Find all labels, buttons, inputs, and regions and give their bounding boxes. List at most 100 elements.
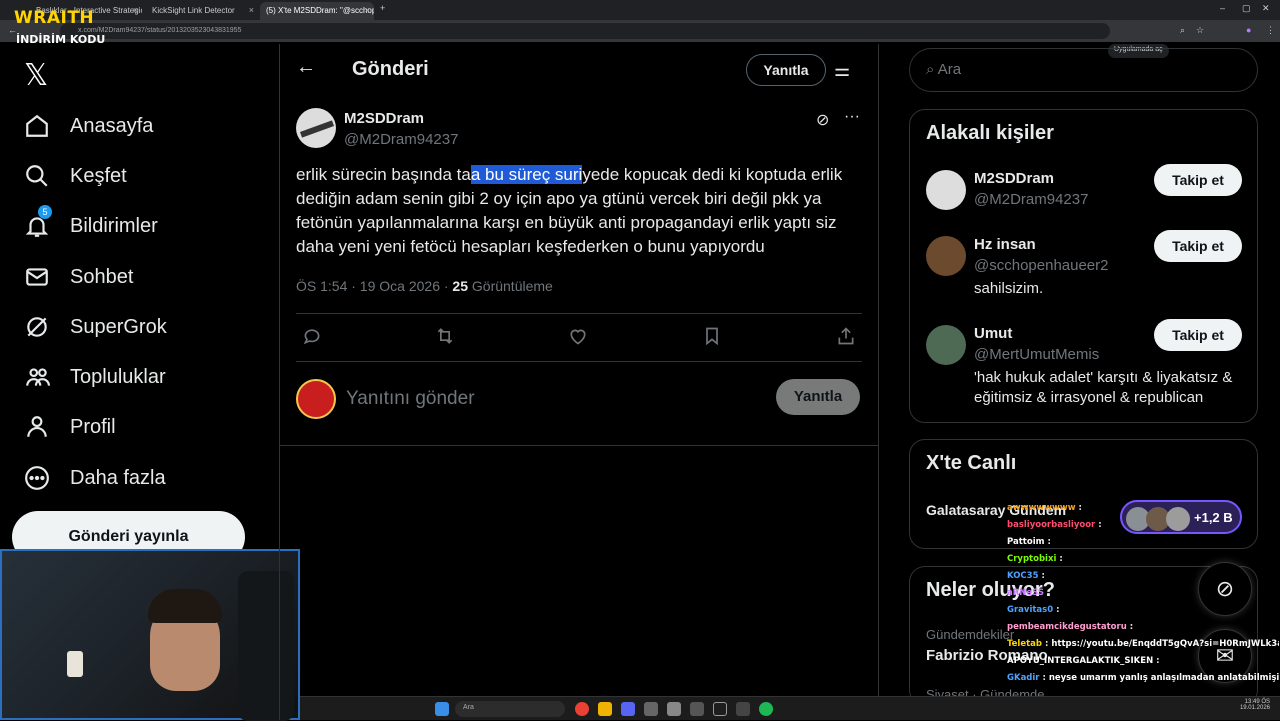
author-handle[interactable]: @M2Dram94237 <box>344 131 458 148</box>
nav-more[interactable]: Daha fazla <box>24 458 166 498</box>
x-logo-icon[interactable]: 𝕏 <box>24 58 48 93</box>
app-icon[interactable] <box>736 702 750 716</box>
browser-tab-2[interactable]: KickSight Link Detector × <box>146 2 258 20</box>
author-avatar[interactable] <box>296 108 336 148</box>
nav-profile[interactable]: Profil <box>24 407 116 447</box>
chat-line: Pattoim : <box>1007 537 1051 547</box>
bookmark-icon[interactable] <box>702 326 722 351</box>
views-count: 25 <box>452 278 468 294</box>
more-circle-icon <box>24 465 50 491</box>
close-tab-icon[interactable]: × <box>249 5 254 15</box>
minimize-icon[interactable]: – <box>1220 3 1225 13</box>
nav-explore[interactable]: Keşfet <box>24 156 127 196</box>
chat-line: basliyoorbasliyoor : <box>1007 520 1102 530</box>
related-title: Alakalı kişiler <box>926 122 1054 144</box>
chat-line: Cryptobixi : <box>1007 554 1063 564</box>
discord-icon[interactable] <box>621 702 635 716</box>
nav-notifications[interactable]: 5 Bildirimler <box>24 205 158 246</box>
home-icon <box>24 113 50 139</box>
stream-chat-overlay: awwwwwwww : basliyoorbasliyoor : Pattoim… <box>1007 500 1279 687</box>
reply-submit-button[interactable]: Yanıtla <box>776 379 860 415</box>
mail-icon <box>24 264 50 290</box>
chat-line: Teletab : https://youtu.be/EnqddT5gQvA?s… <box>1007 639 1279 649</box>
follow-button[interactable]: Takip et <box>1154 164 1242 196</box>
settings-sliders-icon[interactable]: ⚌ <box>834 60 850 81</box>
related-people-panel: Alakalı kişiler M2SDDram @M2Dram94237 Ta… <box>909 109 1258 423</box>
app-icon[interactable] <box>644 702 658 716</box>
trend-category: Gündemdekiler <box>926 627 1015 642</box>
webcam-overlay <box>0 549 300 721</box>
chat-line: APOYU_INTERGALAKTIK_SIKEN : <box>1007 656 1160 666</box>
avatar[interactable] <box>926 170 966 210</box>
nav-communities[interactable]: Topluluklar <box>24 357 166 397</box>
follow-button[interactable]: Takip et <box>1154 230 1242 262</box>
chrome-icon[interactable] <box>575 702 589 716</box>
reply-input[interactable]: Yanıtını gönder <box>346 388 475 410</box>
bookmark-star-icon[interactable]: ☆ <box>1196 25 1204 36</box>
taskbar-search[interactable]: Ara <box>455 701 565 717</box>
close-window-icon[interactable]: ✕ <box>1262 3 1270 14</box>
divider <box>296 313 862 314</box>
post-text: erlik sürecin başında taa bu süreç suriy… <box>296 165 843 256</box>
share-icon[interactable] <box>836 326 856 351</box>
like-icon[interactable] <box>568 326 588 351</box>
person-icon <box>24 414 50 440</box>
browser-chrome: Baslıklar · Interactive Strategic... × Ki… <box>0 0 1280 58</box>
search-icon: ⌕ <box>926 61 938 78</box>
spotify-icon[interactable] <box>759 702 773 716</box>
chat-line: aRNeSS : <box>1007 588 1051 598</box>
lamp-shape <box>67 651 83 677</box>
repost-icon[interactable] <box>435 326 455 351</box>
nav-messages[interactable]: Sohbet <box>24 257 133 297</box>
divider <box>296 361 862 362</box>
profile-icon[interactable]: ● <box>1246 25 1251 35</box>
close-tab-icon[interactable]: × <box>365 5 370 15</box>
chat-line: awwwwwwww : <box>1007 503 1082 513</box>
streamer-hair <box>148 589 222 623</box>
address-bar-row: ← x.com/M2Dram94237/status/2013203523043… <box>0 20 1280 58</box>
notification-badge: 5 <box>38 205 52 219</box>
system-clock: 13:49 ÖS 19.01.2026 <box>1239 699 1270 711</box>
more-options-icon[interactable]: ··· <box>844 108 860 126</box>
grok-icon <box>24 314 50 340</box>
nav-home[interactable]: Anasayfa <box>24 106 153 146</box>
nav-supergrok[interactable]: SuperGrok <box>24 307 167 347</box>
chat-line: Gravitas0 : <box>1007 605 1060 615</box>
avatar[interactable] <box>926 236 966 276</box>
url-field[interactable]: x.com/M2Dram94237/status/201320352304383… <box>60 23 1110 39</box>
maximize-icon[interactable]: ▢ <box>1242 3 1251 14</box>
author-display-name[interactable]: M2SDDram <box>344 110 424 127</box>
live-title: X'te Canlı <box>926 452 1017 474</box>
page-title: Gönderi <box>352 58 429 80</box>
selected-text: a bu süreç suri <box>470 165 583 184</box>
reply-header-button[interactable]: Yanıtla <box>746 54 826 86</box>
app-icon[interactable] <box>690 702 704 716</box>
windows-taskbar: Ara 13:49 ÖS 19.01.2026 <box>300 696 1280 720</box>
chat-line: pembeamcikdegustatoru : <box>1007 622 1134 632</box>
reply-icon[interactable] <box>302 326 322 351</box>
back-arrow-icon[interactable]: ← <box>296 56 316 79</box>
brand-overlay: WRAITH <box>14 8 95 28</box>
new-tab-icon[interactable]: + <box>380 3 385 13</box>
chat-line: KOC35 : <box>1007 571 1045 581</box>
search-input[interactable]: ⌕ Ara <box>909 48 1258 92</box>
folder-icon[interactable] <box>598 702 612 716</box>
post-meta: ÖS 1:54 · 19 Oca 2026 · 25 Görüntüleme <box>296 278 553 294</box>
start-icon[interactable] <box>435 702 449 716</box>
divider <box>280 445 878 446</box>
zoom-icon[interactable]: ⌕ <box>1180 25 1185 36</box>
menu-icon[interactable]: ⋮ <box>1266 25 1275 36</box>
obs-icon[interactable] <box>713 702 727 716</box>
bell-icon: 5 <box>24 205 52 239</box>
search-icon <box>24 163 50 189</box>
app-icon[interactable] <box>667 702 681 716</box>
avatar[interactable] <box>926 325 966 365</box>
tab-strip: Baslıklar · Interactive Strategic... × Ki… <box>0 0 1280 20</box>
my-avatar[interactable] <box>296 379 336 419</box>
communities-icon <box>24 364 50 390</box>
follow-button[interactable]: Takip et <box>1154 319 1242 351</box>
browser-tab-3[interactable]: (5) X'te M2SDDram: "@scchop... × <box>260 2 374 20</box>
grok-icon[interactable]: ⊘ <box>816 110 829 130</box>
chat-line: GKadir : neyse umarım yanlış anlaşılmada… <box>1007 673 1279 683</box>
close-tab-icon[interactable]: × <box>133 5 138 15</box>
